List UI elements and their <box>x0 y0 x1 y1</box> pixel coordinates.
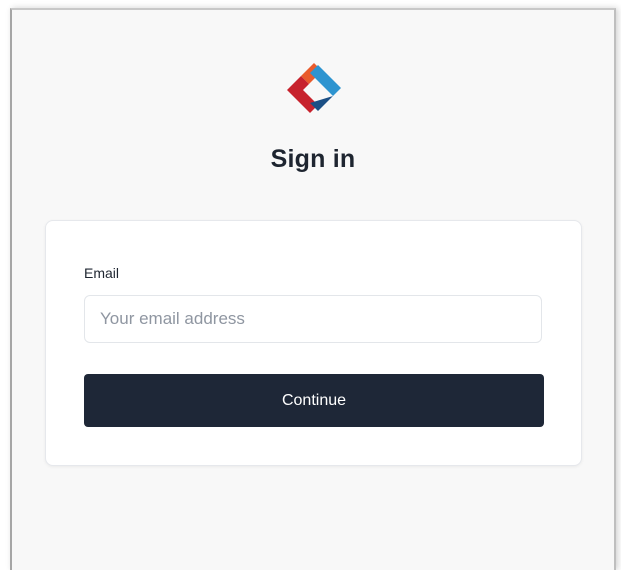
brand-logo-icon <box>287 63 341 113</box>
email-label: Email <box>84 265 120 281</box>
email-input[interactable] <box>84 295 542 343</box>
sign-in-card: Email Continue <box>45 220 582 466</box>
sign-in-window: Sign in Email Continue <box>10 8 616 570</box>
page-title: Sign in <box>270 145 356 173</box>
continue-button[interactable]: Continue <box>84 374 544 427</box>
